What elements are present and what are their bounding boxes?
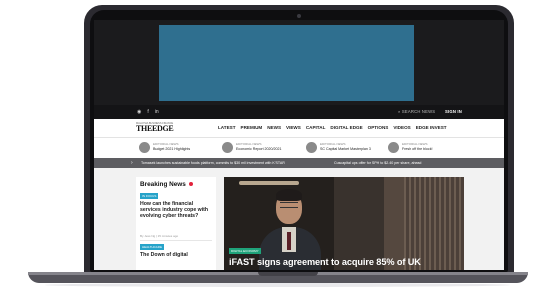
sign-in-link[interactable]: SIGN IN bbox=[445, 109, 462, 114]
avatar bbox=[306, 142, 317, 153]
breaking-news-title: Breaking News bbox=[140, 181, 193, 188]
editorial-strip: EDITORIAL NEWS Budget 2021 Highlights ED… bbox=[94, 138, 504, 158]
webcam-icon bbox=[297, 14, 301, 18]
category-badge[interactable]: HEALTHCARE bbox=[140, 244, 164, 250]
ticker-item[interactable]: Cuscapital ups offer for SPH to $2.40 pe… bbox=[334, 161, 421, 165]
nav-item-latest[interactable]: LATEST bbox=[218, 125, 236, 130]
ticker-item[interactable]: Tomasek launches sustainable foods platf… bbox=[141, 161, 285, 165]
nav-menu: LATEST PREMIUM NEWS VIEWS CAPITAL DIGITA… bbox=[218, 125, 447, 130]
nav-item-premium[interactable]: PREMIUM bbox=[241, 125, 263, 130]
news-ticker: › Tomasek launches sustainable foods pla… bbox=[94, 158, 504, 168]
category-badge[interactable]: IN FOCUS bbox=[140, 193, 159, 199]
laptop-screen: ◉ f in ⌕ SEARCH NEWS SIGN IN MALAYSIA BU… bbox=[94, 20, 504, 270]
ceiling-light bbox=[239, 181, 299, 185]
site-logo[interactable]: THEEDGE bbox=[136, 124, 174, 133]
advertisement-banner[interactable] bbox=[159, 25, 414, 101]
search-news-link[interactable]: ⌕ SEARCH NEWS bbox=[398, 109, 435, 114]
top-utility-bar: ◉ f in ⌕ SEARCH NEWS SIGN IN bbox=[94, 105, 504, 119]
editorial-title: SC Capital Market Masterplan 3 bbox=[320, 147, 371, 151]
live-dot-icon bbox=[188, 182, 193, 187]
instagram-icon[interactable]: ◉ bbox=[137, 109, 141, 115]
facebook-icon[interactable]: f bbox=[147, 109, 148, 115]
editorial-title: Budget 2021 Highlights bbox=[153, 147, 191, 151]
story-headline[interactable]: The Down of digital bbox=[140, 252, 214, 258]
nav-item-views[interactable]: VIEWS bbox=[286, 125, 301, 130]
social-links: ◉ f in bbox=[137, 109, 159, 115]
nav-item-options[interactable]: OPTIONS bbox=[368, 125, 389, 130]
glasses-icon bbox=[280, 202, 298, 208]
editorial-title: Economic Report 2020/2021 bbox=[236, 147, 282, 151]
editorial-item[interactable]: EDITORIAL NEWS Economic Report 2020/2021 bbox=[222, 141, 292, 155]
person-hair bbox=[276, 189, 302, 201]
main-content: Breaking News IN FOCUS How can the finan… bbox=[94, 168, 504, 270]
nav-item-edge-invest[interactable]: EDGE INVEST bbox=[416, 125, 447, 130]
breaking-news-panel: Breaking News IN FOCUS How can the finan… bbox=[136, 177, 216, 270]
nav-item-videos[interactable]: VIDEOS bbox=[393, 125, 410, 130]
editorial-kicker: EDITORIAL NEWS bbox=[402, 142, 428, 146]
editorial-kicker: EDITORIAL NEWS bbox=[320, 142, 346, 146]
search-label: SEARCH NEWS bbox=[401, 109, 436, 114]
linkedin-icon[interactable]: in bbox=[155, 109, 159, 115]
divider bbox=[140, 240, 212, 241]
category-badge[interactable]: DIGITAL ECONOMY bbox=[229, 248, 261, 254]
chevron-right-icon[interactable]: › bbox=[131, 160, 133, 166]
nav-item-capital[interactable]: CAPITAL bbox=[306, 125, 326, 130]
nav-item-digital-edge[interactable]: DIGITAL EDGE bbox=[330, 125, 362, 130]
avatar bbox=[388, 142, 399, 153]
hero-headline[interactable]: iFAST signs agreement to acquire 85% of … bbox=[229, 257, 421, 267]
editorial-item[interactable]: EDITORIAL NEWS SC Capital Market Masterp… bbox=[306, 141, 376, 155]
editorial-kicker: EDITORIAL NEWS bbox=[236, 142, 262, 146]
laptop-notch bbox=[258, 272, 318, 276]
avatar bbox=[139, 142, 150, 153]
editorial-item[interactable]: EDITORIAL NEWS Budget 2021 Highlights bbox=[139, 141, 209, 155]
editorial-item[interactable]: EDITORIAL NEWS Fresh off the block! bbox=[388, 141, 458, 155]
editorial-title: Fresh off the block! bbox=[402, 147, 433, 151]
avatar bbox=[222, 142, 233, 153]
editorial-kicker: EDITORIAL NEWS bbox=[153, 142, 179, 146]
main-navbar: MALAYSIA BUSINESS FINANCE THEEDGE LATEST… bbox=[94, 119, 504, 138]
hero-story[interactable]: DIGITAL ECONOMY iFAST signs agreement to… bbox=[224, 177, 464, 270]
story-meta: By Jess Ng | 15 minutes ago bbox=[140, 234, 179, 238]
nav-item-news[interactable]: NEWS bbox=[267, 125, 281, 130]
person-tie bbox=[287, 232, 291, 250]
laptop-shadow bbox=[45, 283, 510, 287]
breaking-news-label: Breaking News bbox=[140, 181, 186, 188]
story-headline[interactable]: How can the financial services industry … bbox=[140, 201, 214, 219]
